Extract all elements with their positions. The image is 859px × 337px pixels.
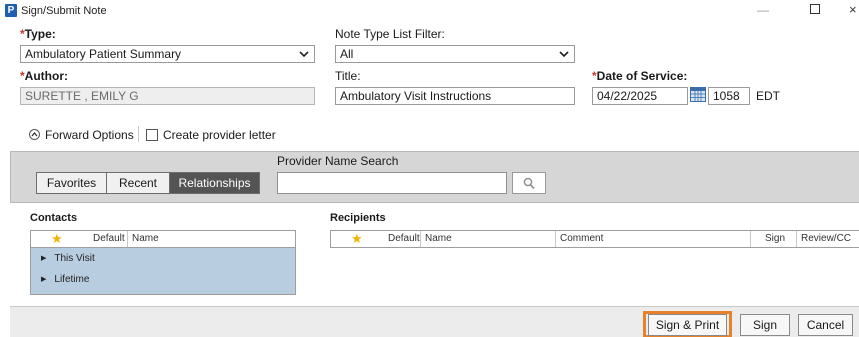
author-label: *Author: <box>20 69 68 83</box>
recipients-col-comment: Comment <box>560 233 604 244</box>
contacts-group-label: This Visit <box>54 253 95 264</box>
column-divider <box>750 231 751 247</box>
date-of-service-label-text: Date of Service: <box>596 69 688 83</box>
type-label-text: Type: <box>24 27 56 41</box>
type-select[interactable]: Ambulatory Patient Summary <box>20 45 315 63</box>
recipients-label: Recipients <box>330 212 386 224</box>
expand-triangle-icon: ▶ <box>41 276 47 283</box>
divider <box>138 126 139 142</box>
tab-relationships[interactable]: Relationships <box>169 172 260 194</box>
recipients-col-review-cc: Review/CC <box>801 233 852 244</box>
search-icon <box>523 177 535 190</box>
column-divider <box>555 231 556 247</box>
create-provider-letter-label: Create provider letter <box>163 128 276 142</box>
window-title: Sign/Submit Note <box>21 5 107 17</box>
note-type-filter-value: All <box>340 47 354 61</box>
recipients-grid-header: ★ Default Name Comment Sign Review/CC <box>330 230 859 248</box>
type-select-value: Ambulatory Patient Summary <box>25 47 182 61</box>
title-label: Title: <box>335 69 361 83</box>
expand-triangle-icon: ▶ <box>41 255 47 262</box>
close-button[interactable]: × <box>849 2 857 17</box>
star-icon: ★ <box>51 231 63 246</box>
recipients-col-sign: Sign <box>765 233 786 244</box>
contacts-group-label: Lifetime <box>54 274 90 285</box>
date-input[interactable]: 04/22/2025 <box>592 87 688 105</box>
forward-options-toggle[interactable]: Forward Options <box>45 128 134 142</box>
minimize-button[interactable]: — <box>757 3 769 17</box>
chevron-down-icon <box>559 51 569 58</box>
column-divider <box>796 231 797 247</box>
collapse-chevron-icon[interactable] <box>29 129 40 140</box>
author-label-text: Author: <box>24 69 68 83</box>
create-provider-letter-checkbox[interactable] <box>146 129 158 141</box>
contacts-group-this-visit[interactable]: ▶ This Visit <box>31 248 295 269</box>
timezone-label: EDT <box>756 89 780 103</box>
note-type-filter-select[interactable]: All <box>335 45 575 63</box>
title-bar: P Sign/Submit Note — × <box>0 0 859 22</box>
star-icon: ★ <box>351 231 363 246</box>
recipients-col-name: Name <box>425 233 452 244</box>
author-field: SURETTE , EMILY G <box>20 87 315 105</box>
calendar-icon[interactable] <box>690 87 706 102</box>
chevron-down-icon <box>299 51 309 58</box>
search-button[interactable] <box>512 172 546 194</box>
title-input[interactable]: Ambulatory Visit Instructions <box>335 87 575 105</box>
column-divider <box>420 231 421 247</box>
contacts-grid-body: ▶ This Visit ▶ Lifetime <box>30 248 296 295</box>
time-input[interactable]: 1058 <box>708 87 750 105</box>
contacts-grid-header: ★ Default Name <box>30 230 296 248</box>
column-divider <box>127 231 128 247</box>
sign-button[interactable]: Sign <box>740 314 790 336</box>
contacts-col-name: Name <box>132 233 159 244</box>
date-of-service-label: *Date of Service: <box>592 69 687 83</box>
contacts-group-lifetime[interactable]: ▶ Lifetime <box>31 269 295 290</box>
app-icon: P <box>5 4 17 17</box>
tab-favorites[interactable]: Favorites <box>36 172 107 194</box>
provider-search-input[interactable] <box>277 172 507 194</box>
contacts-label: Contacts <box>30 212 78 224</box>
contacts-col-default: Default <box>93 233 125 244</box>
recipients-col-default: Default <box>388 233 420 244</box>
type-label: *Type: <box>20 27 56 41</box>
provider-name-search-label: Provider Name Search <box>277 154 399 168</box>
note-type-filter-label: Note Type List Filter: <box>335 27 445 41</box>
tab-recent[interactable]: Recent <box>106 172 170 194</box>
cancel-button[interactable]: Cancel <box>798 314 853 336</box>
maximize-button[interactable] <box>810 4 820 14</box>
sign-print-button[interactable]: Sign & Print <box>648 314 727 336</box>
